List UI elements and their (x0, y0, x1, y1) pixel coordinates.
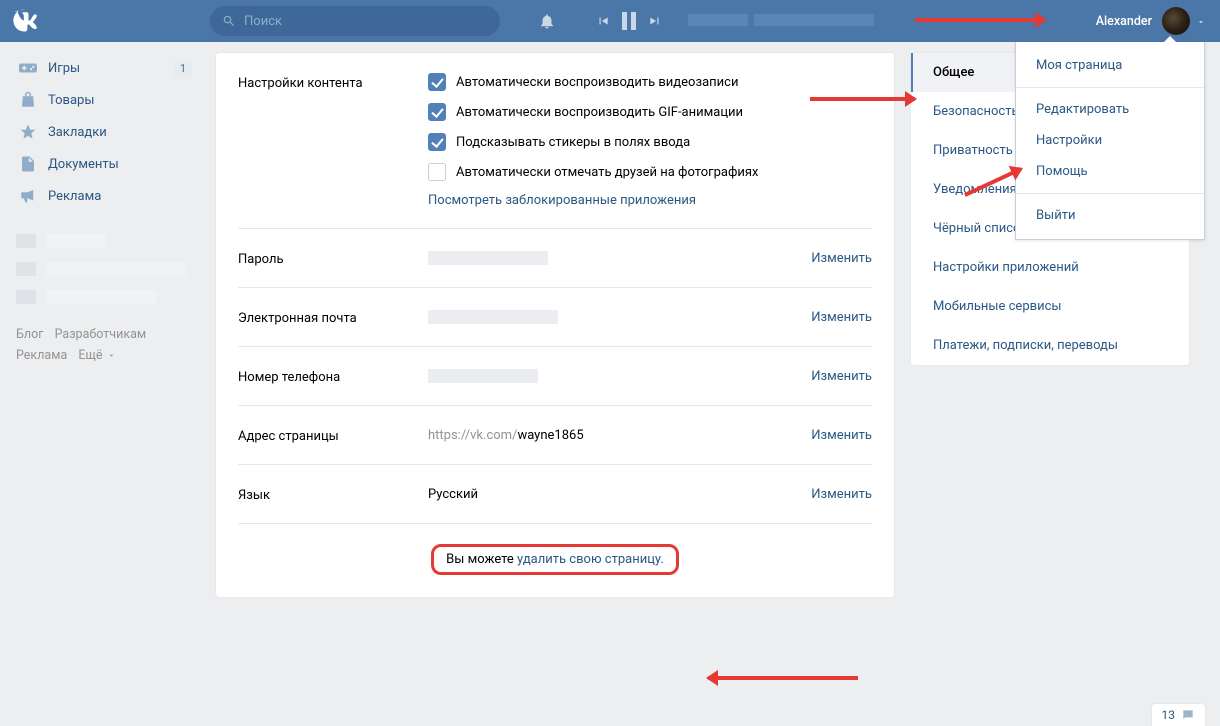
address-id: wayne1865 (517, 428, 583, 443)
next-icon[interactable] (648, 14, 662, 28)
search-placeholder: Поиск (244, 14, 282, 29)
user-dropdown: Моя страница Редактировать Настройки Пом… (1015, 42, 1205, 240)
address-section: Адрес страницы https://vk.com/wayne1865 … (238, 405, 872, 464)
blocked-apps-link[interactable]: Посмотреть заблокированные приложения (428, 193, 696, 208)
delete-account-link[interactable]: удалить свою страницу. (517, 552, 664, 567)
phone-section: Номер телефона Изменить (238, 346, 872, 405)
settings-panel: Настройки контента Автоматически воспрои… (215, 52, 895, 598)
phone-label: Номер телефона (238, 367, 428, 385)
dropdown-edit[interactable]: Редактировать (1016, 94, 1204, 125)
phone-change[interactable]: Изменить (811, 369, 872, 384)
bag-icon (18, 90, 38, 110)
pause-icon[interactable] (622, 12, 636, 30)
dropdown-logout[interactable]: Выйти (1016, 200, 1204, 231)
email-section: Электронная почта Изменить (238, 287, 872, 346)
nav-games-badge: 1 (174, 61, 192, 76)
left-nav: Игры 1 Товары Закладки Документы Реклама… (10, 42, 200, 598)
suggest-stickers-row[interactable]: Подсказывать стикеры в полях ввода (428, 133, 872, 151)
email-value-hidden (428, 310, 558, 324)
checkbox-icon (428, 163, 446, 181)
chat-icon (1181, 708, 1195, 722)
address-prefix: https://vk.com/ (428, 428, 517, 443)
delete-account-box: Вы можете удалить свою страницу. (431, 544, 679, 575)
footer-more[interactable]: Ещё (78, 345, 115, 366)
delete-prefix: Вы можете (446, 552, 517, 567)
gamepad-icon (18, 58, 38, 78)
auto-tag-row[interactable]: Автоматически отмечать друзей на фотогра… (428, 163, 872, 181)
prev-icon[interactable] (596, 14, 610, 28)
language-section: Язык Русский Изменить (238, 464, 872, 523)
track-title[interactable] (688, 14, 888, 28)
chevron-down-icon (1196, 16, 1206, 26)
document-icon (18, 154, 38, 174)
user-menu-toggle[interactable]: Alexander (1082, 0, 1220, 42)
nav-games[interactable]: Игры 1 (10, 52, 200, 84)
dropdown-my-page[interactable]: Моя страница (1016, 50, 1204, 81)
password-section: Пароль Изменить (238, 228, 872, 287)
language-label: Язык (238, 485, 428, 503)
nav-goods[interactable]: Товары (10, 84, 200, 116)
avatar (1162, 7, 1190, 35)
user-name: Alexander (1096, 14, 1152, 29)
content-settings-label: Настройки контента (238, 73, 428, 208)
star-icon (18, 122, 38, 142)
checkbox-icon (428, 103, 446, 121)
checkbox-icon (428, 133, 446, 151)
nav-ads[interactable]: Реклама (10, 180, 200, 212)
nav-skeleton (10, 234, 200, 304)
sidenav-payments[interactable]: Платежи, подписки, переводы (911, 326, 1189, 365)
email-change[interactable]: Изменить (811, 310, 872, 325)
chat-count: 13 (1162, 708, 1176, 722)
footer-devs[interactable]: Разработчикам (55, 327, 147, 342)
megaphone-icon (18, 186, 38, 206)
search-icon (222, 14, 236, 28)
address-change[interactable]: Изменить (811, 428, 872, 443)
annotation-arrow (810, 97, 915, 101)
content-settings-section: Настройки контента Автоматически воспрои… (238, 53, 872, 228)
password-label: Пароль (238, 249, 428, 267)
sidenav-mobile[interactable]: Мобильные сервисы (911, 287, 1189, 326)
annotation-arrow (915, 18, 1045, 22)
sidenav-apps[interactable]: Настройки приложений (911, 248, 1189, 287)
notifications[interactable] (538, 12, 556, 30)
password-value-hidden (428, 251, 548, 265)
language-value: Русский (428, 487, 478, 502)
annotation-arrow (708, 676, 858, 680)
autoplay-video-row[interactable]: Автоматически воспроизводить видеозаписи (428, 73, 872, 91)
footer-ads[interactable]: Реклама (16, 348, 67, 363)
password-change[interactable]: Изменить (811, 251, 872, 266)
nav-bookmarks[interactable]: Закладки (10, 116, 200, 148)
checkbox-icon (428, 73, 446, 91)
bell-icon (538, 12, 556, 30)
address-label: Адрес страницы (238, 426, 428, 444)
footer-blog[interactable]: Блог (16, 327, 43, 342)
dropdown-help[interactable]: Помощь (1016, 156, 1204, 187)
footer-links: Блог Разработчикам Реклама Ещё (10, 324, 200, 367)
email-label: Электронная почта (238, 308, 428, 326)
vk-logo-icon[interactable] (10, 6, 40, 36)
language-change[interactable]: Изменить (811, 487, 872, 502)
nav-documents[interactable]: Документы (10, 148, 200, 180)
music-player (596, 12, 888, 30)
dropdown-settings[interactable]: Настройки (1016, 125, 1204, 156)
chevron-down-icon (107, 351, 116, 360)
autoplay-gif-row[interactable]: Автоматически воспроизводить GIF-анимаци… (428, 103, 872, 121)
chat-counter[interactable]: 13 (1151, 703, 1207, 726)
phone-value-hidden (428, 369, 538, 383)
search-input[interactable]: Поиск (210, 6, 500, 36)
